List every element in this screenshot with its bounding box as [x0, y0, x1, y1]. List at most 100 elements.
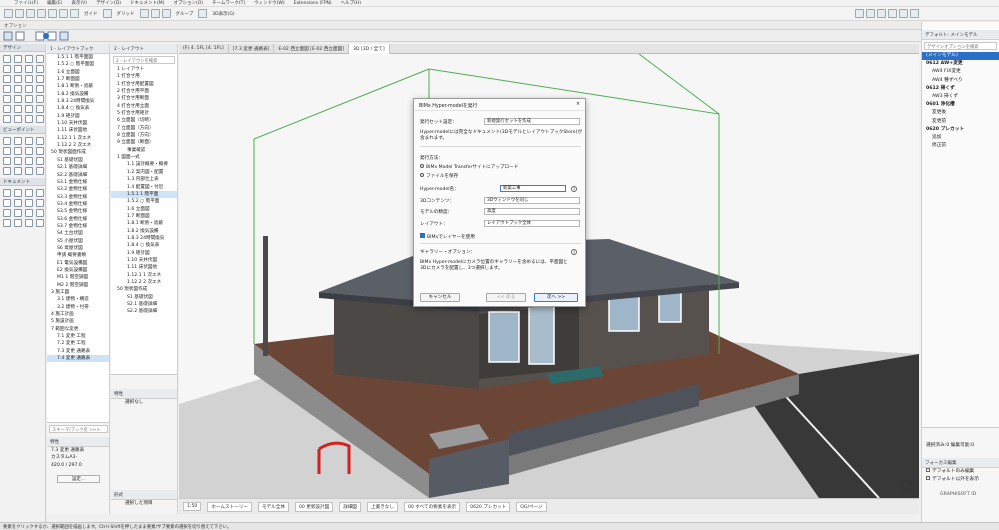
method-upload-radio[interactable] [420, 164, 424, 168]
tree-item[interactable]: 1.5.2 ○ 階平面図 [47, 61, 109, 68]
settings-button[interactable]: 設定... [57, 475, 100, 484]
tree-item[interactable]: 9 立面図（断面） [111, 139, 177, 146]
tool-icon[interactable] [3, 65, 11, 73]
open-icon[interactable] [4, 9, 13, 18]
design-option-item[interactable]: 変更前 [922, 118, 999, 126]
menu-item[interactable]: ウィンドウ(W) [254, 0, 284, 6]
measure-icon[interactable] [899, 9, 908, 18]
tree-item[interactable]: S2.2 基礎詳細 [111, 308, 177, 315]
publish-icon[interactable] [910, 9, 919, 18]
tool-icon[interactable] [3, 199, 11, 207]
print-icon[interactable] [26, 9, 35, 18]
layer-icon[interactable] [139, 9, 149, 18]
tool-icon[interactable] [25, 105, 33, 113]
toolbox-viewpoint-header[interactable]: ビューポイント [0, 126, 45, 134]
redo-icon[interactable] [48, 9, 57, 18]
tool-icon[interactable] [36, 65, 44, 73]
tool-icon[interactable] [3, 95, 11, 103]
status-field[interactable]: 詳細図 [339, 501, 362, 512]
tree-item[interactable]: 3.2 建物・付帯 [47, 304, 109, 311]
tree-item[interactable]: 1.12.1 1 次エネ [111, 272, 177, 279]
tree-item[interactable]: 5 打合せ用矩計 [111, 110, 177, 117]
tree-item[interactable]: 4 打合せ用立面 [111, 103, 177, 110]
design-option-item[interactable]: 0620 プレカット [922, 126, 999, 134]
layers-checkbox[interactable] [420, 233, 425, 238]
tool-icon[interactable] [36, 157, 44, 165]
tree-item[interactable]: S4 土台伏図 [47, 230, 109, 237]
tree-item[interactable]: 1.10 天井伏図 [111, 257, 177, 264]
tree-item[interactable]: 1.8.3 24時間換気 [47, 98, 109, 105]
tree-item[interactable]: S5 小屋伏図 [47, 238, 109, 245]
focus-opt1-checkbox[interactable] [926, 468, 930, 473]
tree-item[interactable]: 1.8.2 換気設備 [47, 91, 109, 98]
tree-item[interactable]: S1 基礎伏図 [111, 294, 177, 301]
tree-item[interactable]: 1.10 天井伏図 [47, 120, 109, 127]
tool-icon[interactable] [3, 75, 11, 83]
tree-item[interactable]: S6 母屋伏図 [47, 245, 109, 252]
tool-icon[interactable] [14, 105, 22, 113]
tree-item[interactable]: 3 打合せ用断面 [111, 95, 177, 102]
design-option-item[interactable]: AW3 掃くず [922, 93, 999, 101]
status-field[interactable]: ホームストーリー [207, 501, 252, 512]
tree-item[interactable]: S3.2 金物仕様 [47, 186, 109, 193]
tool-icon[interactable] [14, 189, 22, 197]
tree-item[interactable]: 3 施工図 [47, 289, 109, 296]
tree-item[interactable]: M1 1 階空調図 [47, 274, 109, 281]
tool-icon[interactable] [36, 189, 44, 197]
tool-icon[interactable] [25, 147, 33, 155]
design-options-search[interactable]: デザインオプションを検索 [924, 42, 997, 50]
design-option-item[interactable]: AW4 FIX変更 [922, 68, 999, 76]
tree-item[interactable]: 7.1 変更 工程 [47, 333, 109, 340]
magic-wand-icon[interactable] [161, 9, 171, 18]
tree-item[interactable]: S1 基礎伏図 [47, 157, 109, 164]
tree-item[interactable]: 1.6 立面図 [111, 206, 177, 213]
tree-item[interactable]: 1.8.2 換気設備 [111, 228, 177, 235]
tool-icon[interactable] [36, 167, 44, 175]
tree-item[interactable]: 1.5.1 1 階平面 [111, 190, 177, 199]
tool-icon[interactable] [36, 137, 44, 145]
view-tab[interactable]: (F) 4. 1FL [4. 1FL] [179, 44, 229, 54]
undo-icon[interactable] [37, 9, 46, 18]
tree-item[interactable]: 1.6 立面図 [47, 69, 109, 76]
tree-item[interactable]: 1.2 案内図・配置 [111, 169, 177, 176]
tool-icon[interactable] [25, 137, 33, 145]
tree-item[interactable]: 1.5.1 1 階平面図 [47, 54, 109, 61]
design-option-item[interactable]: 修正前 [922, 142, 999, 150]
camera-icon[interactable] [855, 9, 864, 18]
focus-edit-header[interactable]: フォーカス編集 [922, 458, 999, 469]
tool-icon[interactable] [14, 137, 22, 145]
tree-item[interactable]: 1 図面一式 [111, 154, 177, 161]
tree-item[interactable]: 1.11 床伏図他 [111, 264, 177, 271]
hyper-model-name-input[interactable]: 新築工事 [500, 185, 566, 192]
tree-item[interactable]: 7.4 変更 通路表 [47, 355, 109, 363]
design-option-item[interactable]: AW4 種ずべり [922, 77, 999, 85]
menu-item[interactable]: ドキュメント(M) [130, 0, 164, 6]
gallery-info-icon[interactable]: ? [571, 249, 577, 255]
tool-icon[interactable] [14, 147, 22, 155]
tree-item[interactable]: 7 範囲な変更 [47, 326, 109, 333]
layout-select[interactable]: レイアウトブック全体 [484, 220, 580, 227]
tree-item[interactable]: S2.2 基礎詳細 [47, 172, 109, 179]
filter-icon[interactable] [150, 9, 160, 18]
design-option-item[interactable]: 0612 AW+変更 [922, 60, 999, 68]
tool-icon[interactable] [36, 85, 44, 93]
tool-icon[interactable] [3, 105, 11, 113]
tree-item[interactable]: S3.7 金物仕様 [47, 223, 109, 230]
snap-icon[interactable] [102, 9, 112, 18]
view-icon[interactable] [198, 9, 208, 18]
3d-content-select[interactable]: 3Dウィンドウを同じ [484, 197, 580, 204]
tree-item[interactable]: 1 打合せ用 [111, 73, 177, 80]
menu-item[interactable]: チームワーク(T) [212, 0, 245, 6]
tree-item[interactable]: 事業確認 [111, 147, 177, 154]
status-field[interactable]: モデル全体 [257, 501, 289, 512]
tool-icon[interactable] [25, 55, 33, 63]
menu-item[interactable]: デザイン(D) [96, 0, 121, 6]
tool-icon[interactable] [3, 189, 11, 197]
design-option-item[interactable]: 追加 [922, 134, 999, 142]
tool-icon[interactable] [14, 65, 22, 73]
properties-header-2[interactable]: 特性 [111, 389, 177, 399]
group-button[interactable]: グループ [173, 11, 197, 17]
tree-item[interactable]: 1.12.2 2 次エネ [111, 279, 177, 286]
status-field[interactable]: OG/ページ [516, 501, 547, 512]
publish-set-select[interactable]: 新規発行セットを作成 [484, 118, 580, 125]
